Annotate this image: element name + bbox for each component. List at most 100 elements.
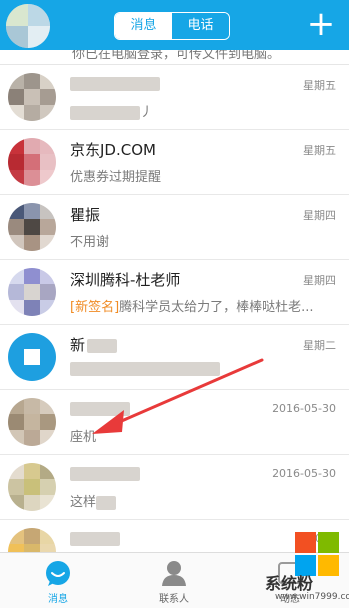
contact-name xyxy=(70,464,140,482)
chat-bubble-icon xyxy=(46,561,70,586)
avatar-tile xyxy=(40,170,56,186)
avatar-tile xyxy=(24,398,40,414)
nav-label: 消息 xyxy=(48,594,68,605)
watermark-url: www.win7999.com xyxy=(275,592,349,602)
device-message-row[interactable]: 你已在电脑登录，可传文件到电脑。 xyxy=(0,50,349,65)
avatar-tile xyxy=(24,235,40,251)
avatar-tile xyxy=(24,268,40,284)
avatar-tile xyxy=(40,73,56,89)
contact-avatar xyxy=(8,203,56,251)
avatar-tile xyxy=(40,219,56,235)
avatar-tile xyxy=(40,89,56,105)
row-preview: [新签名]腾科学员太给力了，棒棒哒杜老... xyxy=(70,300,314,315)
row-time: 星期四 xyxy=(303,209,336,222)
watermark-text: 系统粉 xyxy=(265,574,314,593)
conversation-row[interactable]: 新 星期二 xyxy=(0,325,349,390)
avatar-tile xyxy=(8,528,24,544)
row-preview: 优惠券过期提醒 xyxy=(70,170,162,185)
contact-name xyxy=(70,399,130,417)
avatar-tile xyxy=(8,414,24,430)
row-preview: 你已在电脑登录，可传文件到电脑。 xyxy=(72,50,281,62)
row-preview: 座机 xyxy=(70,430,97,445)
avatar-tile xyxy=(8,284,24,300)
avatar-tile xyxy=(8,463,24,479)
tab-calls[interactable]: 电话 xyxy=(172,13,229,39)
conversation-row[interactable]: 京东JD.COM 星期五 优惠券过期提醒 xyxy=(0,130,349,195)
avatar-tile xyxy=(40,414,56,430)
avatar-tile xyxy=(8,430,24,446)
conversation-row[interactable]: 深圳腾科-杜老师 星期四 [新签名]腾科学员太给力了，棒棒哒杜老... xyxy=(0,260,349,325)
avatar-tile xyxy=(24,300,40,316)
contact-avatar xyxy=(8,138,56,186)
contact-name: 深圳腾科-杜老师 xyxy=(70,271,181,289)
row-preview: 丿 xyxy=(70,101,337,120)
avatar-tile xyxy=(8,495,24,511)
avatar-tile xyxy=(24,219,40,235)
avatar-tile xyxy=(24,365,40,381)
avatar-tile xyxy=(24,154,40,170)
conversation-list: 星期五 丿 京东JD.COM 星期五 优惠券过期提醒 瞿振 星期四 不用谢 深圳… xyxy=(0,65,349,584)
person-icon xyxy=(162,561,186,586)
avatar-tile xyxy=(8,365,24,381)
avatar-tile xyxy=(40,235,56,251)
nav-contacts[interactable]: 联系人 xyxy=(116,553,232,608)
avatar-tile xyxy=(8,138,24,154)
avatar-tile xyxy=(8,73,24,89)
nav-messages[interactable]: 消息 xyxy=(0,553,116,608)
avatar-tile xyxy=(24,203,40,219)
contact-name: 新 xyxy=(70,334,118,355)
avatar-tile xyxy=(8,268,24,284)
contact-avatar xyxy=(8,398,56,446)
avatar-tile xyxy=(8,300,24,316)
contact-avatar xyxy=(8,463,56,511)
contact-name: 瞿振 xyxy=(70,206,101,224)
avatar-tile xyxy=(40,398,56,414)
avatar-tile xyxy=(40,349,56,365)
avatar-tile xyxy=(40,430,56,446)
conversation-row[interactable]: 2016-05-30 这样 xyxy=(0,455,349,520)
avatar-tile xyxy=(8,479,24,495)
contact-name: 京东JD.COM xyxy=(70,141,156,159)
avatar-tile xyxy=(40,105,56,121)
avatar-tile xyxy=(24,528,40,544)
title-bar: 消息 电话 + xyxy=(0,0,349,50)
avatar-tile xyxy=(24,105,40,121)
row-time: 星期四 xyxy=(303,274,336,287)
avatar-tile xyxy=(8,398,24,414)
avatar-tile xyxy=(8,203,24,219)
message-call-switch: 消息 电话 xyxy=(114,12,230,40)
row-time: 2016-05-30 xyxy=(272,402,336,415)
avatar-tile xyxy=(40,365,56,381)
avatar-tile xyxy=(8,154,24,170)
contact-avatar xyxy=(8,333,56,381)
avatar-tile xyxy=(24,463,40,479)
avatar-tile xyxy=(24,73,40,89)
add-icon[interactable]: + xyxy=(303,6,339,42)
avatar-tile xyxy=(24,495,40,511)
row-time: 星期五 xyxy=(303,144,336,157)
contact-avatar xyxy=(8,73,56,121)
avatar-tile xyxy=(8,333,24,349)
avatar-tile xyxy=(40,284,56,300)
avatar-tile xyxy=(24,89,40,105)
avatar-tile xyxy=(24,170,40,186)
contact-name xyxy=(70,529,120,547)
row-preview: 这样 xyxy=(70,491,337,510)
avatar-tile xyxy=(8,89,24,105)
nav-label: 联系人 xyxy=(159,594,189,605)
avatar-tile xyxy=(24,479,40,495)
site-watermark: 系统粉 www.win7999.com xyxy=(265,530,349,607)
user-avatar[interactable] xyxy=(6,4,50,48)
conversation-row[interactable]: 星期五 丿 xyxy=(0,65,349,130)
avatar-tile xyxy=(40,528,56,544)
avatar-tile xyxy=(24,284,40,300)
conversation-row[interactable]: 2016-05-30 座机 xyxy=(0,390,349,455)
row-preview xyxy=(70,361,337,376)
avatar-tile xyxy=(40,138,56,154)
avatar-tile xyxy=(24,349,40,365)
avatar-tile xyxy=(8,219,24,235)
tab-messages[interactable]: 消息 xyxy=(115,13,172,39)
conversation-row[interactable]: 瞿振 星期四 不用谢 xyxy=(0,195,349,260)
row-time: 2016-05-30 xyxy=(272,467,336,480)
avatar-tile xyxy=(8,235,24,251)
